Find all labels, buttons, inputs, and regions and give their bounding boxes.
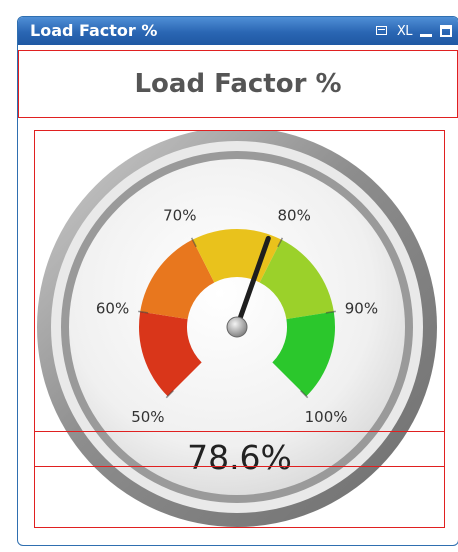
- print-icon[interactable]: [375, 25, 389, 37]
- gauge-lower-box: [34, 466, 445, 528]
- window-title: Load Factor %: [30, 21, 158, 40]
- gauge-tick-label: 80%: [278, 207, 311, 225]
- gauge-value-box: 78.6%: [34, 431, 445, 474]
- gauge-tick-label: 70%: [163, 207, 196, 225]
- xl-export-icon[interactable]: XL: [397, 24, 413, 39]
- gauge-tick-label: 50%: [131, 408, 164, 426]
- gauge-tick-label: 60%: [96, 299, 129, 317]
- minimize-icon[interactable]: [420, 34, 432, 37]
- maximize-icon[interactable]: [440, 25, 452, 37]
- gauge-tick-label: 90%: [345, 299, 378, 317]
- chart-title: Load Factor %: [134, 69, 342, 99]
- chart-window: Load Factor % XL Load Factor % 50% 60% 7…: [17, 16, 458, 546]
- gauge-hub: [226, 316, 248, 338]
- chart-title-box: Load Factor %: [18, 50, 458, 118]
- titlebar-controls: XL: [375, 23, 452, 39]
- gauge-tick-label: 100%: [305, 408, 348, 426]
- window-titlebar[interactable]: Load Factor % XL: [18, 17, 458, 45]
